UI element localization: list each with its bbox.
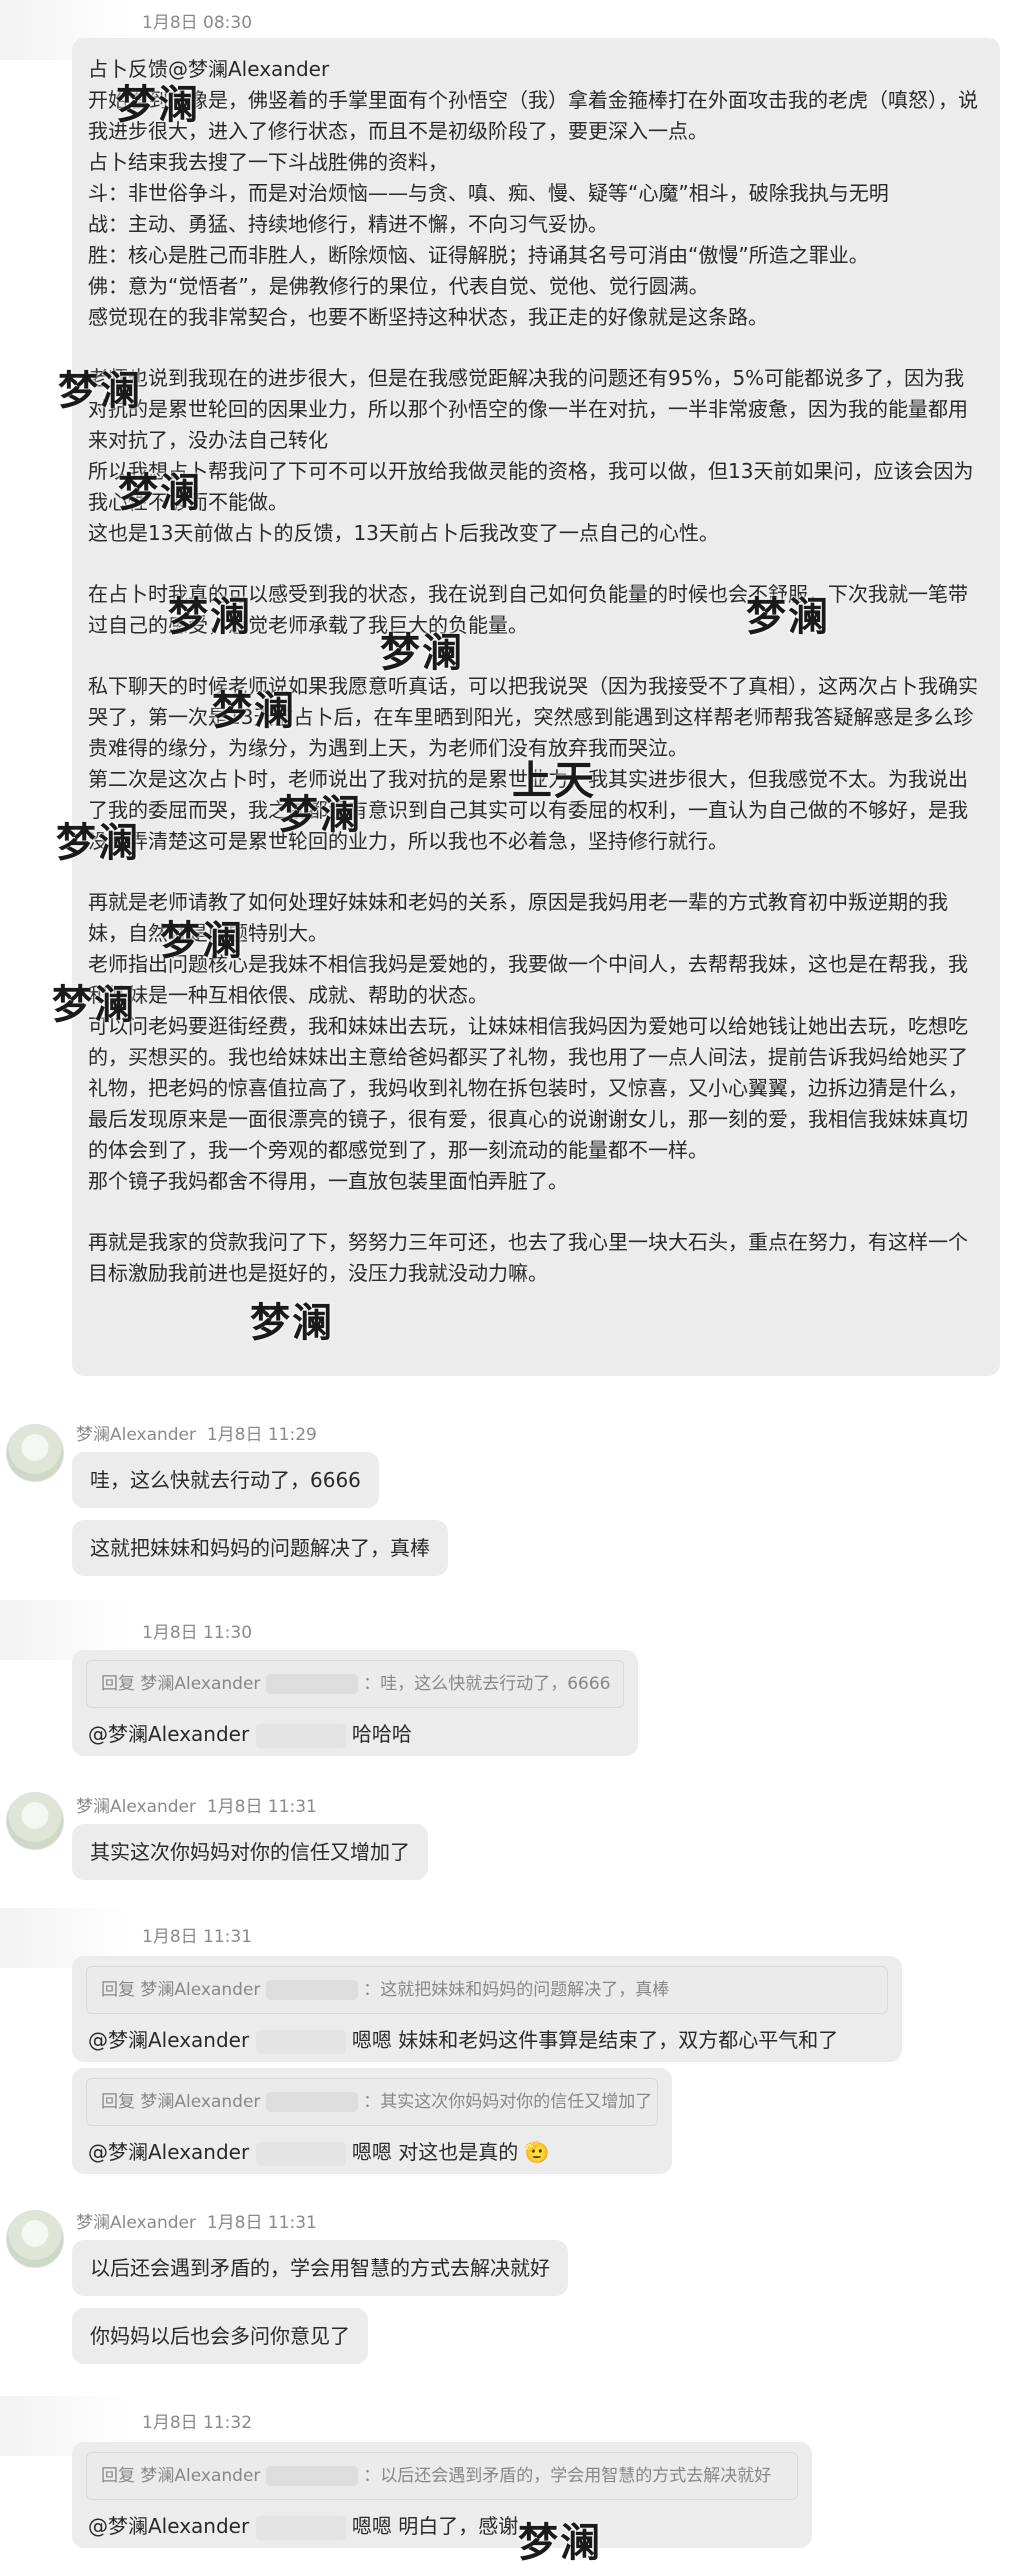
- message-bubble[interactable]: 你妈妈以后也会多问你意见了: [72, 2308, 368, 2364]
- quoted-message[interactable]: 回复 梦澜Alexander ：这就把妹妹和妈妈的问题解决了，真棒: [86, 1966, 888, 2014]
- watermark: 梦澜: [746, 593, 830, 640]
- avatar[interactable]: [6, 1792, 64, 1850]
- paragraph: 斗：非世俗争斗，而是对治烦恼——与贪、嗔、痴、慢、疑等“心魔”相斗，破除我执与无…: [88, 181, 889, 205]
- quoted-message[interactable]: 回复 梦澜Alexander ：哇，这么快就去行动了，6666: [86, 1660, 624, 1708]
- message-bubble[interactable]: 其实这次你妈妈对你的信任又增加了: [72, 1824, 428, 1880]
- reply-text: 嗯嗯 妹妹和老妈这件事算是结束了，双方都心平气和了: [351, 2028, 839, 2052]
- blurred-name: [255, 1723, 346, 1748]
- paragraph: 占卜反馈@梦澜Alexander: [88, 57, 330, 81]
- paragraph: 可以问老妈要逛街经费，我和妹妹出去玩，让妹妹相信我妈因为爱她可以给她钱让她出去玩…: [88, 1014, 968, 1162]
- paragraph: 那个镜子我妈都舍不得用，一直放包装里面怕弄脏了。: [88, 1169, 568, 1193]
- quote-label: 回复 梦澜Alexander: [101, 1980, 261, 2000]
- paragraph: 开始看到的像是，佛竖着的手掌里面有个孙悟空（我）拿着金箍棒打在外面攻击我的老虎（…: [88, 88, 978, 143]
- sender-name-time: 梦澜Alexander 1月8日 11:31: [76, 2208, 317, 2233]
- message-time: 1月8日 08:30: [142, 13, 253, 33]
- paragraph: 感觉现在的我非常契合，也要不断坚持这种状态，我正走的好像就是这条路。: [88, 305, 768, 329]
- blurred-name: [265, 1980, 358, 2000]
- avatar[interactable]: [6, 2210, 64, 2268]
- reply-bubble[interactable]: 回复 梦澜Alexander ：以后还会遇到矛盾的，学会用智慧的方式去解决就好 …: [72, 2442, 812, 2548]
- paragraph: 佛：意为“觉悟者”，是佛教修行的果位，代表自觉、觉他、觉行圆满。: [88, 274, 709, 298]
- reply-text: 嗯嗯 明白了，感谢: [351, 2514, 519, 2538]
- paragraph: 胜：核心是胜己而非胜人，断除烦恼、证得解脱；持诵其名号可消由“傲慢”所造之罪业。: [88, 243, 869, 267]
- watermark: 梦澜: [160, 917, 244, 964]
- sender-name: 梦澜Alexander: [76, 2213, 197, 2233]
- quote-text: ：以后还会遇到矛盾的，学会用智慧的方式去解决就好: [363, 2466, 772, 2486]
- watermark: 梦澜: [56, 819, 140, 866]
- avatar[interactable]: [6, 1424, 64, 1482]
- reply-text: 哈哈哈: [351, 1722, 412, 1746]
- sender-name: 梦澜Alexander: [76, 1797, 197, 1817]
- quote-text: ：哇，这么快就去行动了，6666: [363, 1674, 611, 1694]
- watermark: 梦澜: [58, 367, 142, 414]
- quote-text: ：其实这次你妈妈对你的信任又增加了: [363, 2092, 653, 2112]
- message-time: 1月8日 11:31: [206, 1797, 317, 1817]
- message-bubble[interactable]: 哇，这么快就去行动了，6666: [72, 1452, 379, 1508]
- blurred-name: [255, 2029, 346, 2054]
- quote-label: 回复 梦澜Alexander: [101, 2092, 261, 2112]
- message-time: 1月8日 11:32: [142, 2413, 253, 2433]
- blurred-name: [265, 2092, 358, 2112]
- sender-name-time: 梦澜Alexander 1月8日 11:31: [76, 1792, 317, 1817]
- quoted-message[interactable]: 回复 梦澜Alexander ：其实这次你妈妈对你的信任又增加了: [86, 2078, 658, 2126]
- reply-content: @梦澜Alexander 哈哈哈: [88, 1718, 412, 1748]
- message-time: 1月8日 11:29: [206, 1425, 317, 1445]
- mention[interactable]: @梦澜Alexander: [88, 2028, 249, 2052]
- paragraph: 占卜结束我去搜了一下斗战胜佛的资料，: [88, 150, 448, 174]
- watermark: 梦澜: [250, 1299, 334, 1346]
- quote-text: ：这就把妹妹和妈妈的问题解决了，真棒: [363, 1980, 670, 2000]
- paragraph: 老师也说到我现在的进步很大，但是在我感觉距解决我的问题还有95%，5%可能都说多…: [88, 366, 968, 452]
- message-time: 1月8日 11:31: [206, 2213, 317, 2233]
- watermark: 梦澜: [168, 593, 252, 640]
- salute-emoji-icon: 🫡: [524, 2140, 550, 2164]
- quoted-message[interactable]: 回复 梦澜Alexander ：以后还会遇到矛盾的，学会用智慧的方式去解决就好: [86, 2452, 798, 2500]
- paragraph: 所以我想占卜帮我问了下可不可以开放给我做灵能的资格，我可以做，但13天前如果问，…: [88, 459, 974, 514]
- watermark: 梦澜: [116, 81, 200, 128]
- watermark: 梦澜: [118, 469, 202, 516]
- blurred-name: [255, 2515, 346, 2540]
- blurred-name: [265, 2466, 358, 2486]
- sender-name-time: 梦澜Alexander 1月8日 11:29: [76, 1420, 317, 1445]
- message-bubble[interactable]: 这就把妹妹和妈妈的问题解决了，真棒: [72, 1520, 448, 1576]
- reply-content: @梦澜Alexander 嗯嗯 妹妹和老妈这件事算是结束了，双方都心平气和了: [88, 2024, 838, 2054]
- quote-label: 回复 梦澜Alexander: [101, 1674, 261, 1694]
- reply-bubble[interactable]: 回复 梦澜Alexander ：这就把妹妹和妈妈的问题解决了，真棒 @梦澜Ale…: [72, 1956, 902, 2062]
- reply-text: 嗯嗯 对这也是真的: [351, 2140, 519, 2164]
- sender-name: 梦澜Alexander: [76, 1425, 197, 1445]
- blurred-name: [265, 1674, 358, 1694]
- message-bubble[interactable]: 以后还会遇到矛盾的，学会用智慧的方式去解决就好: [72, 2240, 568, 2296]
- reply-content: @梦澜Alexander 嗯嗯 明白了，感谢: [88, 2510, 518, 2540]
- reply-bubble[interactable]: 回复 梦澜Alexander ：哇，这么快就去行动了，6666 @梦澜Alexa…: [72, 1650, 638, 1756]
- message-time: 1月8日 11:30: [142, 1623, 253, 1643]
- watermark: 梦澜: [380, 629, 464, 676]
- watermark: 梦澜: [52, 981, 136, 1028]
- reply-bubble[interactable]: 回复 梦澜Alexander ：其实这次你妈妈对你的信任又增加了 @梦澜Alex…: [72, 2068, 672, 2174]
- reply-content: @梦澜Alexander 嗯嗯 对这也是真的 🫡: [88, 2136, 550, 2166]
- paragraph: 再就是我家的贷款我问了下，努努力三年可还，也去了我心里一块大石头，重点在努力，有…: [88, 1230, 968, 1285]
- watermark: 梦澜: [518, 2519, 602, 2566]
- mention[interactable]: @梦澜Alexander: [88, 1722, 249, 1746]
- mention[interactable]: @梦澜Alexander: [88, 2514, 249, 2538]
- quote-label: 回复 梦澜Alexander: [101, 2466, 261, 2486]
- mention[interactable]: @梦澜Alexander: [88, 2140, 249, 2164]
- blurred-name: [255, 2141, 346, 2166]
- watermark-alt: 上天: [512, 757, 596, 804]
- message-time: 1月8日 11:31: [142, 1927, 253, 1947]
- watermark: 梦澜: [212, 687, 296, 734]
- paragraph: 战：主动、勇猛、持续地修行，精进不懈，不向习气妥协。: [88, 212, 608, 236]
- watermark: 梦澜: [278, 791, 362, 838]
- paragraph: 这也是13天前做占卜的反馈，13天前占卜后我改变了一点自己的心性。: [88, 521, 719, 545]
